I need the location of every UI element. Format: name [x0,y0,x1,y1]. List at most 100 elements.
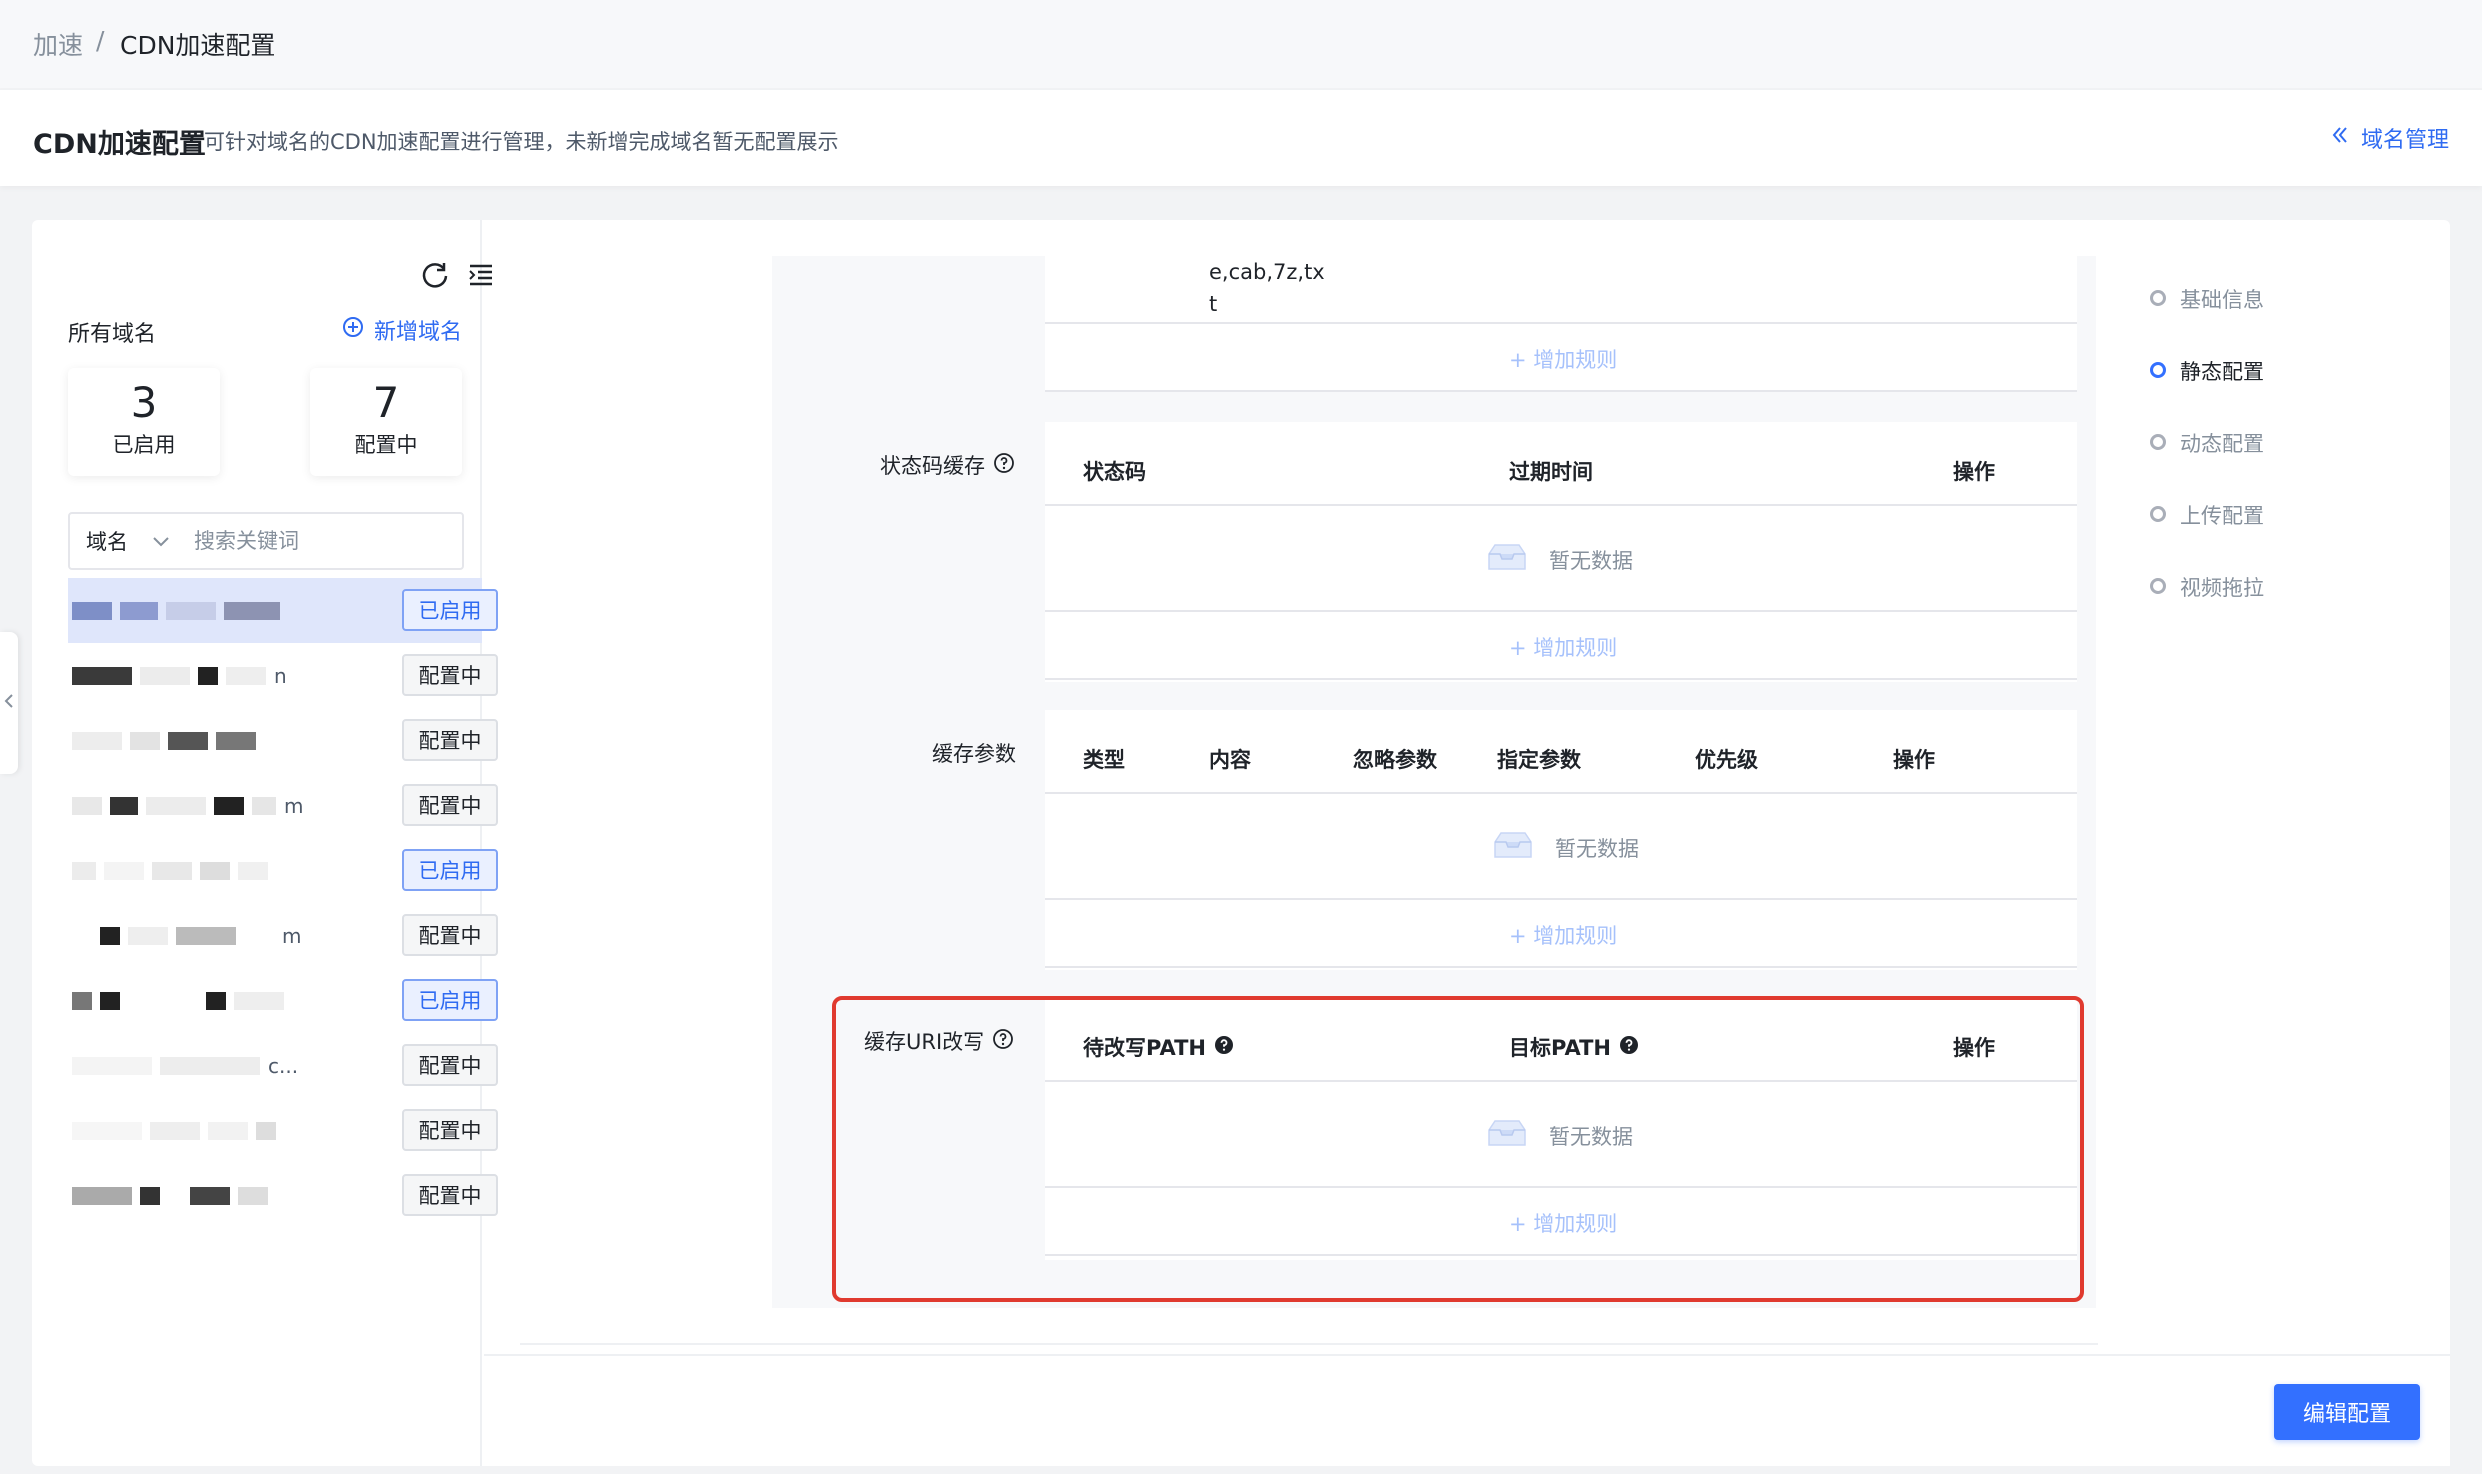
section-anchor-nav: 基础信息 静态配置 动态配置 上传配置 视频拖拉 [2150,284,2264,644]
status-badge[interactable]: 配置中 [402,719,498,761]
anchor-video-drag[interactable]: 视频拖拉 [2150,572,2264,644]
anchor-dot [2150,578,2166,594]
highlight-box [832,996,2084,1302]
list-indent-icon[interactable] [466,260,496,290]
status-badge[interactable]: 已启用 [402,849,498,891]
domain-row[interactable]: 配置中 [68,1163,498,1228]
empty-text: 暂无数据 [1549,548,1633,573]
row-divider [1045,610,2077,612]
domain-name-text: n [274,663,287,688]
status-badge[interactable]: 配置中 [402,1109,498,1151]
configuring-count-card[interactable]: 7 配置中 [310,368,462,476]
empty-state: 暂无数据 [1485,542,1633,577]
collapse-sidebar-toggle[interactable] [0,632,18,774]
page-description: 可针对域名的CDN加速配置进行管理，未新增完成域名暂无配置展示 [204,130,839,154]
anchor-label: 视频拖拉 [2180,576,2264,600]
domain-name: c... [72,1033,332,1098]
row-divider [1045,898,2077,900]
edit-config-button[interactable]: 编辑配置 [2274,1384,2420,1440]
column-header: 优先级 [1695,748,1758,772]
status-code-cache-label: 状态码缓存 [880,450,1015,480]
empty-text: 暂无数据 [1555,836,1639,861]
add-domain-button[interactable]: 新增域名 [342,314,462,346]
enabled-count-card[interactable]: 3 已启用 [68,368,220,476]
domain-name [72,578,332,643]
domain-row[interactable]: n 配置中 [68,643,498,708]
status-badge[interactable]: 配置中 [402,1044,498,1086]
status-badge[interactable]: 配置中 [402,654,498,696]
anchor-label: 动态配置 [2180,432,2264,456]
domain-row[interactable]: 已启用 [68,968,498,1033]
domain-sidebar: 所有域名 新增域名 3 已启用 7 配置中 域名 搜索关键词 已启用 n 配置中… [32,220,498,1466]
add-rule-button[interactable]: + 增加规则 [1509,920,1617,950]
anchor-dot [2150,290,2166,306]
table-cell-text: e,cab,7z,tx [1209,260,1325,284]
status-badge[interactable]: 配置中 [402,1174,498,1216]
section-label-text: 缓存参数 [932,742,1016,766]
anchor-dynamic-config[interactable]: 动态配置 [2150,428,2264,500]
domain-row[interactable]: c... 配置中 [68,1033,498,1098]
anchor-upload-config[interactable]: 上传配置 [2150,500,2264,572]
domain-row[interactable]: 已启用 [68,838,498,903]
domain-name-text: m [284,793,304,818]
search-field-select[interactable]: 域名 [70,514,186,568]
column-header: 过期时间 [1509,460,1593,484]
page-title: CDN加速配置 [33,129,206,160]
anchor-basic-info[interactable]: 基础信息 [2150,284,2264,356]
refresh-icon[interactable] [420,260,450,290]
empty-state: 暂无数据 [1491,830,1639,865]
domain-name: m [72,773,332,838]
status-badge[interactable]: 配置中 [402,784,498,826]
anchor-dot [2150,434,2166,450]
add-rule-button[interactable]: + 增加规则 [1509,344,1617,374]
breadcrumb-parent[interactable]: 加速 [33,26,83,62]
add-rule-button[interactable]: + 增加规则 [1509,632,1617,662]
column-header: 指定参数 [1497,748,1581,772]
row-divider [1045,678,2077,680]
row-divider [1045,504,2077,506]
configuring-count: 7 [372,378,400,427]
domain-row[interactable]: 已启用 [68,578,498,643]
domain-list: 已启用 n 配置中 配置中 m 配置中 已启用 m 配置中 已启用 c... 配… [68,578,498,1228]
all-domains-label: 所有域名 [68,322,157,347]
status-badge[interactable]: 已启用 [402,589,498,631]
breadcrumb: 加速 / CDN加速配置 [0,0,2482,88]
plus-circle-icon [342,316,364,344]
domain-search-box: 域名 [68,512,464,570]
status-code-cache-table: 状态码 过期时间 操作 暂无数据 + 增加规则 [1045,422,2077,682]
domain-name [72,1163,332,1228]
table-cell-text: t [1209,292,1218,316]
status-badge[interactable]: 已启用 [402,979,498,1021]
domain-management-link[interactable]: 域名管理 [2329,122,2449,154]
anchor-label: 基础信息 [2180,288,2264,312]
domain-name: n [72,643,332,708]
row-divider [1045,322,2077,324]
domain-name [72,838,332,903]
add-domain-label: 新增域名 [374,320,463,345]
enabled-count: 3 [130,378,158,427]
anchor-static-config[interactable]: 静态配置 [2150,356,2264,428]
section-label-text: 状态码缓存 [880,454,985,478]
chevron-down-icon [152,529,170,553]
domain-row[interactable]: m 配置中 [68,903,498,968]
enabled-label: 已启用 [112,433,176,457]
search-input[interactable] [186,514,462,568]
content-divider [520,1343,2098,1345]
chevron-left-icon [3,692,15,714]
status-badge[interactable]: 配置中 [402,914,498,956]
domain-name-text: c... [268,1053,299,1078]
top-partial-table: e,cab,7z,tx t + 增加规则 [1045,256,2077,392]
cache-params-table: 类型 内容 忽略参数 指定参数 优先级 操作 暂无数据 + 增加规则 [1045,710,2077,970]
domain-row[interactable]: 配置中 [68,708,498,773]
domain-management-label: 域名管理 [2360,128,2449,153]
help-circle-icon[interactable] [993,452,1015,479]
domain-row[interactable]: 配置中 [68,1098,498,1163]
anchor-dot [2150,362,2166,378]
search-field-value: 域名 [86,530,128,554]
row-divider [1045,390,2077,392]
anchor-label: 上传配置 [2180,504,2264,528]
row-divider [1045,792,2077,794]
domain-row[interactable]: m 配置中 [68,773,498,838]
empty-inbox-icon [1485,542,1529,577]
domain-name [72,968,332,1033]
